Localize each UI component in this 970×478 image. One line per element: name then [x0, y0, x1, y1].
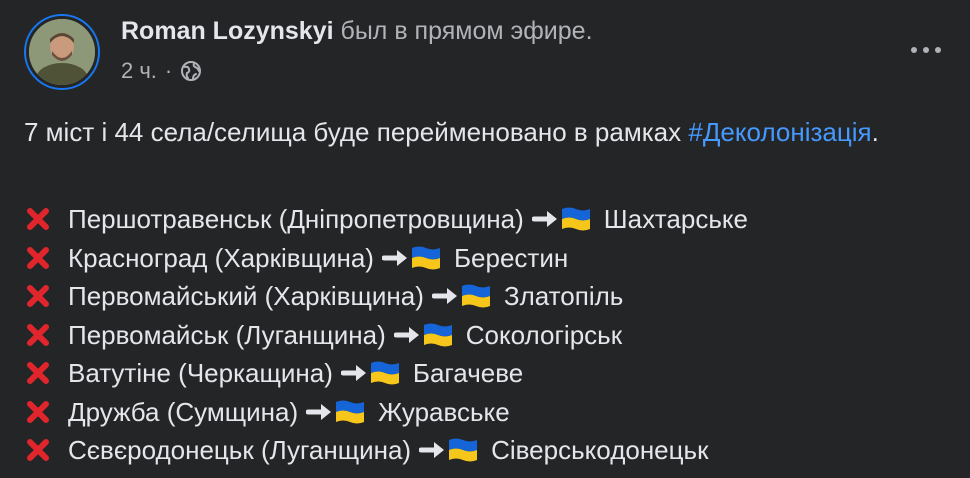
old-city-name: Первомайськ (Луганщина) — [68, 319, 386, 350]
city-rename-row: Ватутіне (Черкащина) Багачеве — [24, 354, 954, 393]
right-arrow-icon — [393, 326, 419, 343]
right-arrow-icon — [381, 249, 407, 266]
old-city-name: Сєвєродонецьк (Луганщина) — [68, 435, 412, 465]
new-city-name: Сіверськодонецьк — [491, 435, 709, 465]
right-arrow-icon — [531, 211, 557, 228]
cross-mark-icon — [27, 400, 49, 423]
cross-mark-icon — [27, 208, 49, 231]
cross-mark-icon — [27, 362, 49, 385]
post-body-intro: 7 міст і 44 села/селища буде перейменова… — [24, 114, 944, 150]
ukraine-flag-icon — [423, 323, 452, 347]
cross-mark-icon — [27, 439, 49, 462]
old-city-name: Красноград (Харківщина) — [68, 242, 374, 273]
city-rename-row: Першотравенськ (Дніпропетровщина) Шахтар… — [24, 200, 954, 239]
old-city-name: Ватутіне (Черкащина) — [68, 358, 333, 388]
city-rename-row: Первомайськ (Луганщина) Сокологірськ — [24, 316, 954, 355]
ukraine-flag-icon — [449, 438, 478, 462]
globe-icon[interactable] — [180, 60, 202, 82]
avatar[interactable] — [24, 14, 100, 90]
person-photo-icon — [29, 19, 95, 85]
new-city-name: Златопіль — [503, 281, 624, 311]
city-rename-row: Дружба (Сумщина) Журавське — [24, 393, 954, 432]
author-name-link[interactable]: Roman Lozynskyi — [121, 17, 334, 45]
cross-mark-icon — [27, 323, 49, 346]
city-rename-list: Першотравенськ (Дніпропетровщина) Шахтар… — [24, 200, 954, 470]
new-city-name: Шахтарське — [603, 204, 748, 234]
hashtag-link[interactable]: #Деколонізація — [688, 117, 871, 147]
intro-end: . — [871, 117, 879, 147]
author-action-text: был в прямом эфире. — [333, 17, 593, 45]
more-options-icon-dot — [935, 47, 941, 53]
right-arrow-icon — [306, 403, 332, 420]
more-options-button[interactable] — [904, 30, 948, 70]
new-city-name: Багачеве — [412, 358, 524, 388]
new-city-name: Журавське — [378, 396, 510, 427]
city-rename-row: Сєвєродонецьк (Луганщина) Сіверськодонец… — [24, 431, 954, 470]
city-rename-row: Красноград (Харківщина) Берестин — [24, 239, 954, 278]
new-city-name: Сокологірськ — [465, 319, 623, 350]
post-header-title: Roman Lozynskyi был в прямом эфире. — [121, 17, 593, 46]
meta-separator: · — [164, 58, 173, 83]
cross-mark-icon — [27, 246, 49, 269]
old-city-name: Дружба (Сумщина) — [68, 396, 299, 427]
ukraine-flag-icon — [461, 284, 490, 308]
avatar-photo — [26, 16, 98, 88]
right-arrow-icon — [340, 365, 366, 382]
post-meta: 2 ч. · — [121, 58, 202, 84]
post-timestamp-link[interactable]: 2 ч. — [121, 58, 157, 84]
old-city-name: Первомайський (Харківщина) — [68, 281, 424, 311]
facebook-post: Roman Lozynskyi был в прямом эфире. 2 ч.… — [0, 0, 970, 478]
right-arrow-icon — [419, 442, 445, 459]
new-city-name: Берестин — [453, 242, 569, 273]
more-options-icon-dot — [923, 47, 929, 53]
ukraine-flag-icon — [561, 207, 590, 231]
city-rename-row: Первомайський (Харківщина) Златопіль — [24, 277, 954, 316]
ukraine-flag-icon — [411, 246, 440, 270]
more-options-icon — [911, 47, 917, 53]
old-city-name: Першотравенськ (Дніпропетровщина) — [68, 204, 524, 234]
intro-text: 7 міст і 44 села/селища буде перейменова… — [24, 117, 689, 147]
cross-mark-icon — [27, 285, 49, 308]
right-arrow-icon — [431, 288, 457, 305]
ukraine-flag-icon — [370, 361, 399, 385]
ukraine-flag-icon — [336, 400, 365, 424]
